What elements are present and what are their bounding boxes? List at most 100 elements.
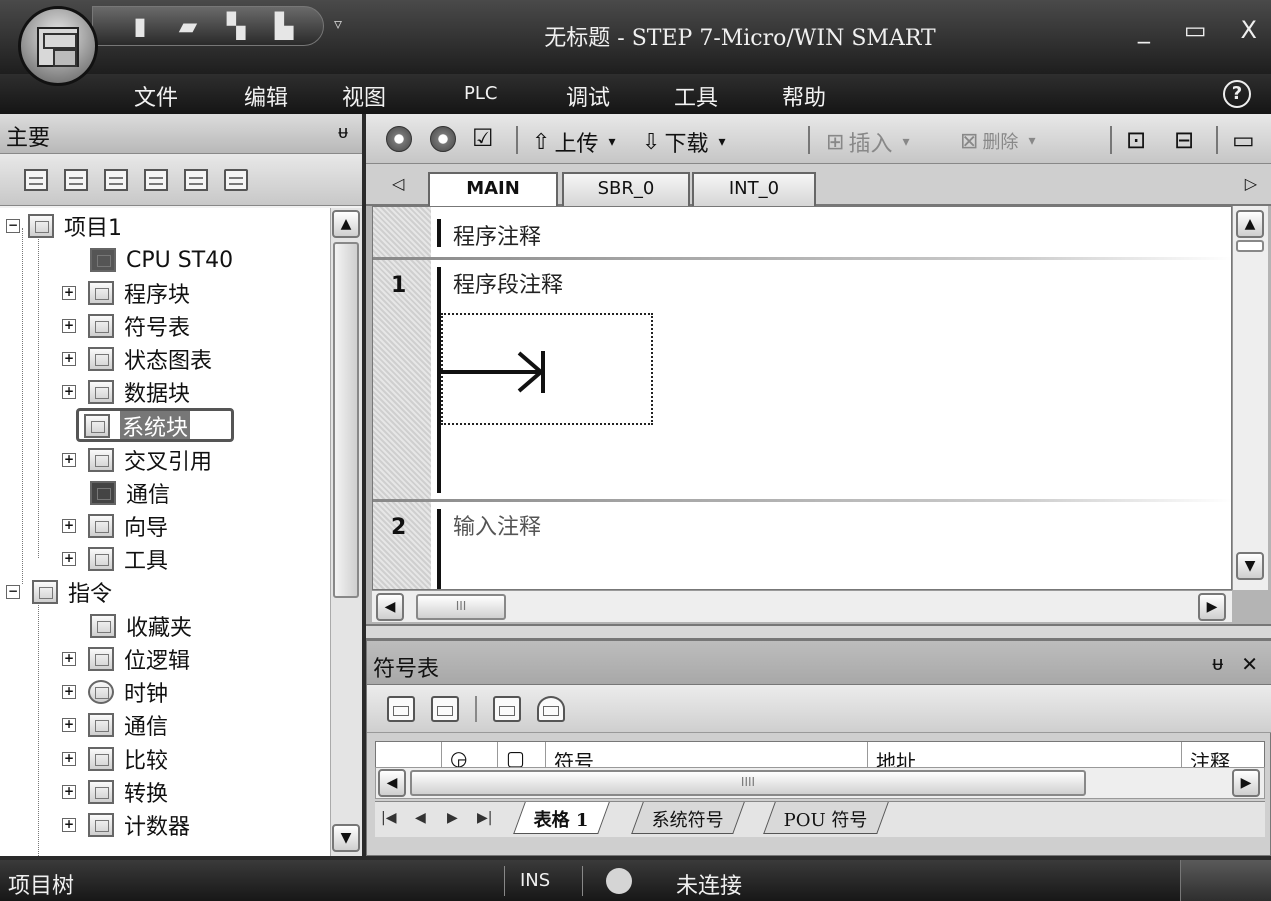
scroll-left-icon[interactable]: ◀ bbox=[378, 769, 406, 797]
tree-node-cross-reference[interactable]: + 交叉引用 bbox=[62, 444, 212, 476]
sheet-pou-symbols[interactable]: POU 符号 bbox=[763, 802, 889, 834]
scroll-thumb[interactable]: III bbox=[416, 594, 506, 620]
expand-icon[interactable]: + bbox=[62, 752, 76, 766]
quick-access-dropdown-icon[interactable]: ▿ bbox=[334, 14, 342, 33]
editor-vertical-scrollbar[interactable]: ▲ ▼ bbox=[1232, 206, 1268, 590]
scroll-up-icon[interactable]: ▲ bbox=[332, 210, 360, 238]
help-icon[interactable]: ? bbox=[1223, 80, 1251, 108]
close-button[interactable]: X bbox=[1241, 16, 1257, 44]
upload-button[interactable]: ⇧ 上传 ▾ bbox=[532, 126, 615, 158]
tree-tool-2-icon[interactable] bbox=[64, 168, 88, 191]
run-icon[interactable] bbox=[386, 126, 412, 152]
new-icon[interactable]: ▮ bbox=[127, 13, 153, 39]
tree-node-wizard[interactable]: + 向导 bbox=[62, 510, 168, 542]
sheet-table-1[interactable]: 表格 1 bbox=[513, 802, 610, 834]
compile-icon[interactable]: ☑ bbox=[472, 124, 494, 152]
first-sheet-icon[interactable]: |◀ bbox=[381, 810, 396, 826]
network-comment[interactable]: 输入注释 bbox=[453, 509, 541, 541]
delete-button[interactable]: ⊠ 删除 ▾ bbox=[960, 128, 1035, 154]
tab-scroll-left-icon[interactable]: ◁ bbox=[392, 174, 404, 193]
expand-icon[interactable]: + bbox=[62, 453, 76, 467]
tree-node-status-chart[interactable]: + 状态图表 bbox=[62, 343, 212, 375]
scroll-down-icon[interactable]: ▼ bbox=[332, 824, 360, 852]
create-table-icon[interactable] bbox=[493, 695, 521, 722]
resize-grip-icon[interactable] bbox=[1180, 860, 1271, 901]
menu-tools[interactable]: 工具 bbox=[674, 80, 718, 112]
symbol-horizontal-scrollbar[interactable]: ◀ IIII ▶ bbox=[375, 767, 1265, 799]
expand-icon[interactable]: + bbox=[62, 286, 76, 300]
scroll-right-icon[interactable]: ▶ bbox=[1198, 593, 1226, 621]
expand-icon[interactable]: + bbox=[62, 519, 76, 533]
network-tool-2-icon[interactable]: ⊟ bbox=[1174, 126, 1194, 154]
collapse-icon[interactable]: − bbox=[6, 219, 20, 233]
menu-file[interactable]: 文件 bbox=[134, 80, 178, 112]
scroll-up-icon[interactable]: ▲ bbox=[1236, 210, 1264, 238]
expand-icon[interactable]: + bbox=[62, 785, 76, 799]
pin-icon[interactable]: ᵾ bbox=[1212, 651, 1223, 676]
tree-node-cpu[interactable]: CPU ST40 bbox=[90, 244, 233, 276]
expand-icon[interactable]: + bbox=[62, 818, 76, 832]
more-tools-icon[interactable]: ▭ bbox=[1232, 126, 1255, 154]
application-button[interactable] bbox=[18, 6, 98, 86]
menu-view[interactable]: 视图 bbox=[342, 80, 386, 112]
scroll-thumb[interactable] bbox=[333, 242, 359, 598]
prev-sheet-icon[interactable]: ◀ bbox=[415, 810, 426, 826]
tree-tool-5-icon[interactable] bbox=[184, 168, 208, 191]
tree-node-project[interactable]: − 项目1 bbox=[6, 210, 122, 242]
network-comment[interactable]: 程序段注释 bbox=[453, 267, 563, 299]
minimize-button[interactable]: _ bbox=[1138, 16, 1150, 44]
expand-icon[interactable]: + bbox=[62, 385, 76, 399]
next-sheet-icon[interactable]: ▶ bbox=[447, 810, 458, 826]
menu-edit[interactable]: 编辑 bbox=[244, 80, 288, 112]
tree-node-program-block[interactable]: + 程序块 bbox=[62, 277, 190, 309]
editor-horizontal-scrollbar[interactable]: ◀ III ▶ bbox=[372, 590, 1232, 622]
expand-icon[interactable]: + bbox=[62, 319, 76, 333]
tab-int0[interactable]: INT_0 bbox=[692, 172, 816, 206]
maximize-button[interactable]: ▭ bbox=[1184, 16, 1207, 44]
scroll-right-icon[interactable]: ▶ bbox=[1232, 769, 1260, 797]
tree-node-counter[interactable]: + 计数器 bbox=[62, 809, 190, 841]
tab-main[interactable]: MAIN bbox=[428, 172, 558, 208]
menu-debug[interactable]: 调试 bbox=[566, 80, 610, 112]
network-tool-1-icon[interactable]: ⊡ bbox=[1126, 126, 1146, 154]
expand-icon[interactable]: + bbox=[62, 652, 76, 666]
tree-tool-1-icon[interactable] bbox=[24, 168, 48, 191]
scroll-thumb[interactable] bbox=[1236, 240, 1264, 252]
expand-icon[interactable]: + bbox=[62, 718, 76, 732]
ladder-editor[interactable]: 程序注释 1 程序段注释 2 输入注释 bbox=[372, 206, 1232, 590]
tree-node-tools[interactable]: + 工具 bbox=[62, 543, 168, 575]
tree-node-data-block[interactable]: + 数据块 bbox=[62, 376, 190, 408]
monitor-icon[interactable] bbox=[224, 168, 248, 191]
tree-tool-3-icon[interactable] bbox=[104, 168, 128, 191]
tree-node-communication[interactable]: 通信 bbox=[90, 477, 170, 509]
tree-node-instructions[interactable]: − 指令 bbox=[6, 576, 112, 608]
add-row-icon[interactable] bbox=[387, 695, 415, 722]
tab-sbr0[interactable]: SBR_0 bbox=[562, 172, 690, 206]
insert-button[interactable]: ⊞ 插入 ▾ bbox=[826, 126, 909, 158]
collapse-icon[interactable]: − bbox=[6, 585, 20, 599]
tree-node-favorites[interactable]: 收藏夹 bbox=[90, 610, 192, 642]
stop-icon[interactable] bbox=[430, 126, 456, 152]
tree-node-bit-logic[interactable]: + 位逻辑 bbox=[62, 643, 190, 675]
delete-row-icon[interactable] bbox=[431, 695, 459, 722]
expand-icon[interactable]: + bbox=[62, 352, 76, 366]
tab-scroll-right-icon[interactable]: ▷ bbox=[1245, 174, 1257, 193]
close-icon[interactable]: ✕ bbox=[1241, 652, 1258, 676]
save-icon[interactable]: ▚ bbox=[223, 13, 249, 39]
pin-icon[interactable]: ᵾ bbox=[338, 122, 348, 143]
expand-icon[interactable]: + bbox=[62, 552, 76, 566]
menu-help[interactable]: 帮助 bbox=[782, 80, 826, 112]
apply-icon[interactable] bbox=[537, 695, 565, 722]
expand-icon[interactable]: + bbox=[62, 685, 76, 699]
tree-scrollbar[interactable]: ▲ ▼ bbox=[330, 208, 362, 856]
scroll-down-icon[interactable]: ▼ bbox=[1236, 552, 1264, 580]
tree-node-convert[interactable]: + 转换 bbox=[62, 776, 168, 808]
last-sheet-icon[interactable]: ▶| bbox=[477, 810, 492, 826]
open-icon[interactable]: ▰ bbox=[175, 13, 201, 39]
download-button[interactable]: ⇩ 下载 ▾ bbox=[642, 126, 725, 158]
tree-node-compare[interactable]: + 比较 bbox=[62, 743, 168, 775]
pane-splitter[interactable] bbox=[366, 624, 1271, 640]
tree-tool-4-icon[interactable] bbox=[144, 168, 168, 191]
program-comment[interactable]: 程序注释 bbox=[453, 219, 541, 251]
menu-plc[interactable]: PLC bbox=[464, 83, 497, 104]
